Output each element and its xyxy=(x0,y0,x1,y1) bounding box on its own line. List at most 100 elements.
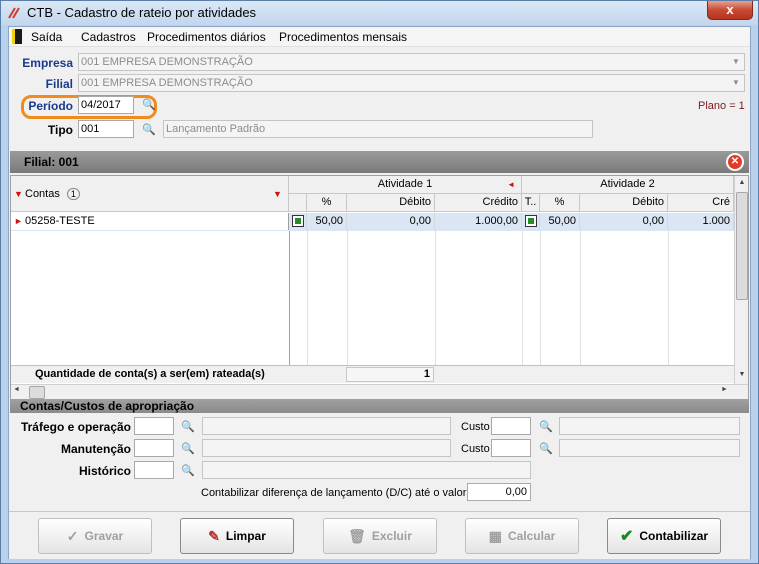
trafego-label: Tráfego e operação xyxy=(20,420,131,434)
apropriacao-header: Contas/Custos de apropriação xyxy=(10,399,749,413)
manutencao-label: Manutenção xyxy=(60,442,131,456)
a2-pct-header[interactable]: % xyxy=(540,194,580,212)
a1-checkbox[interactable] xyxy=(289,213,307,230)
column-divider xyxy=(307,231,308,365)
collapse-arrow-icon: ◄ xyxy=(507,180,515,189)
client-area: Saída Cadastros Procedimentos diários Pr… xyxy=(8,26,751,559)
close-button[interactable]: x xyxy=(707,1,753,20)
contabilizar-diferenca-label: Contabilizar diferença de lançamento (D/… xyxy=(201,487,470,499)
manutencao-description xyxy=(202,439,451,457)
binoculars-icon[interactable]: 🔍 xyxy=(138,120,160,140)
scroll-thumb[interactable] xyxy=(736,192,748,300)
limpar-label: Limpar xyxy=(225,529,266,543)
sort-marker-icon: ▼ xyxy=(14,189,23,199)
a1-pct-header[interactable]: % xyxy=(307,194,347,212)
calcular-button[interactable]: ▦ Calcular xyxy=(465,518,579,554)
limpar-button[interactable]: ✎ Limpar xyxy=(180,518,294,554)
row-pointer-icon: ► xyxy=(14,216,23,226)
plano-indicator: Plano = 1 xyxy=(698,100,745,112)
trafego-custo-description xyxy=(559,417,740,435)
atividade-1-header[interactable]: Atividade 1 ◄ xyxy=(289,176,522,194)
a2-debito-cell[interactable]: 0,00 xyxy=(580,213,668,230)
chevron-down-icon: ▼ xyxy=(732,57,740,66)
footer-label: Quantidade de conta(s) a ser(em) rateada… xyxy=(35,368,265,380)
calcular-label: Calcular xyxy=(507,529,556,543)
empresa-value: 001 EMPRESA DEMONSTRAÇÃO xyxy=(81,56,253,68)
historico-description xyxy=(202,461,531,479)
manutencao-input[interactable] xyxy=(134,439,174,457)
a1-debito-header[interactable]: Débito xyxy=(347,194,435,212)
trafego-input[interactable] xyxy=(134,417,174,435)
menu-procedimentos-diarios[interactable]: Procedimentos diários xyxy=(147,30,266,44)
menu-bar: Saída Cadastros Procedimentos diários Pr… xyxy=(9,27,750,47)
manutencao-custo-input[interactable] xyxy=(491,439,531,457)
vertical-scrollbar[interactable]: ▲ ▼ xyxy=(734,176,748,384)
binoculars-icon[interactable]: 🔍 xyxy=(535,417,557,437)
excluir-button[interactable]: 🗑 Excluir xyxy=(323,518,437,554)
a2-debito-header[interactable]: Débito xyxy=(580,194,668,212)
conta-value: 05258-TESTE xyxy=(25,215,95,227)
column-divider xyxy=(580,231,581,365)
trafego-description xyxy=(202,417,451,435)
rateio-grid: ▼ Contas 1 ▼ Atividade 1 ◄ Atividade 2 %… xyxy=(10,175,749,400)
table-row[interactable]: ► 05258-TESTE 50,00 0,00 1.000,00 50,00 … xyxy=(11,213,734,231)
contabilizar-button[interactable]: ✔ Contabilizar xyxy=(607,518,721,554)
binoculars-icon[interactable]: 🔍 xyxy=(138,95,160,115)
window-title: CTB - Cadastro de rateio por atividades xyxy=(27,5,257,20)
app-logo-icon xyxy=(8,7,20,19)
atividade-2-header[interactable]: Atividade 2 xyxy=(522,176,734,194)
conta-cell[interactable]: ► 05258-TESTE xyxy=(11,213,289,230)
menu-saida[interactable]: Saída xyxy=(31,30,62,44)
button-bar: ✓ Gravar ✎ Limpar 🗑 Excluir ▦ Calcular ✔… xyxy=(9,511,750,559)
scroll-right-icon[interactable]: ► xyxy=(721,386,728,393)
column-divider xyxy=(522,231,523,365)
column-divider xyxy=(668,231,669,365)
horizontal-scrollbar[interactable]: ◄ ► xyxy=(11,384,748,399)
a1-credito-cell[interactable]: 1.000,00 xyxy=(435,213,522,230)
trafego-custo-input[interactable] xyxy=(491,417,531,435)
scroll-up-icon[interactable]: ▲ xyxy=(735,176,748,190)
historico-label: Histórico xyxy=(78,464,131,478)
menu-procedimentos-mensais[interactable]: Procedimentos mensais xyxy=(279,30,407,44)
contabilizar-label: Contabilizar xyxy=(639,529,709,543)
binoculars-icon[interactable]: 🔍 xyxy=(177,417,199,437)
close-panel-icon[interactable]: ✕ xyxy=(726,153,744,171)
empresa-select[interactable]: 001 EMPRESA DEMONSTRAÇÃO ▼ xyxy=(78,53,745,71)
menu-cadastros[interactable]: Cadastros xyxy=(81,30,136,44)
a1-debito-cell[interactable]: 0,00 xyxy=(347,213,435,230)
gravar-button[interactable]: ✓ Gravar xyxy=(38,518,152,554)
periodo-label: Período xyxy=(28,99,73,113)
binoculars-icon[interactable]: 🔍 xyxy=(535,439,557,459)
tipo-label: Tipo xyxy=(47,123,73,137)
column-divider xyxy=(435,231,436,365)
a2-t-header[interactable]: T.. xyxy=(522,194,540,212)
periodo-input[interactable]: 04/2017 xyxy=(78,96,134,114)
filial-select[interactable]: 001 EMPRESA DEMONSTRAÇÃO ▼ xyxy=(78,74,745,92)
contas-column-header[interactable]: ▼ Contas 1 ▼ xyxy=(11,176,289,212)
filial-label: Filial xyxy=(45,77,73,91)
custo-label: Custo xyxy=(461,443,490,455)
sort-order-badge: 1 xyxy=(66,188,80,200)
a1-pct-cell[interactable]: 50,00 xyxy=(307,213,347,230)
a2-credito-cell[interactable]: 1.000 xyxy=(668,213,734,230)
h-scroll-thumb[interactable] xyxy=(29,386,45,399)
checkmark-icon: ✓ xyxy=(66,527,79,544)
a2-credito-header[interactable]: Cré xyxy=(668,194,734,212)
footer-count: 1 xyxy=(346,367,434,382)
binoculars-icon[interactable]: 🔍 xyxy=(177,461,199,481)
a2-pct-cell[interactable]: 50,00 xyxy=(540,213,580,230)
a1-check-header xyxy=(289,194,307,212)
exit-door-icon xyxy=(12,29,22,44)
tipo-description: Lançamento Padrão xyxy=(163,120,593,138)
historico-input[interactable] xyxy=(134,461,174,479)
tipo-input[interactable]: 001 xyxy=(78,120,134,138)
scroll-down-icon[interactable]: ▼ xyxy=(735,368,748,382)
scroll-left-icon[interactable]: ◄ xyxy=(13,386,20,393)
column-divider xyxy=(540,231,541,365)
binoculars-icon[interactable]: 🔍 xyxy=(177,439,199,459)
contabilizar-diferenca-input[interactable]: 0,00 xyxy=(467,483,531,501)
filter-marker-icon: ▼ xyxy=(273,189,282,199)
a1-credito-header[interactable]: Crédito xyxy=(435,194,522,212)
empresa-label: Empresa xyxy=(22,56,73,70)
a2-checkbox[interactable] xyxy=(522,213,540,230)
